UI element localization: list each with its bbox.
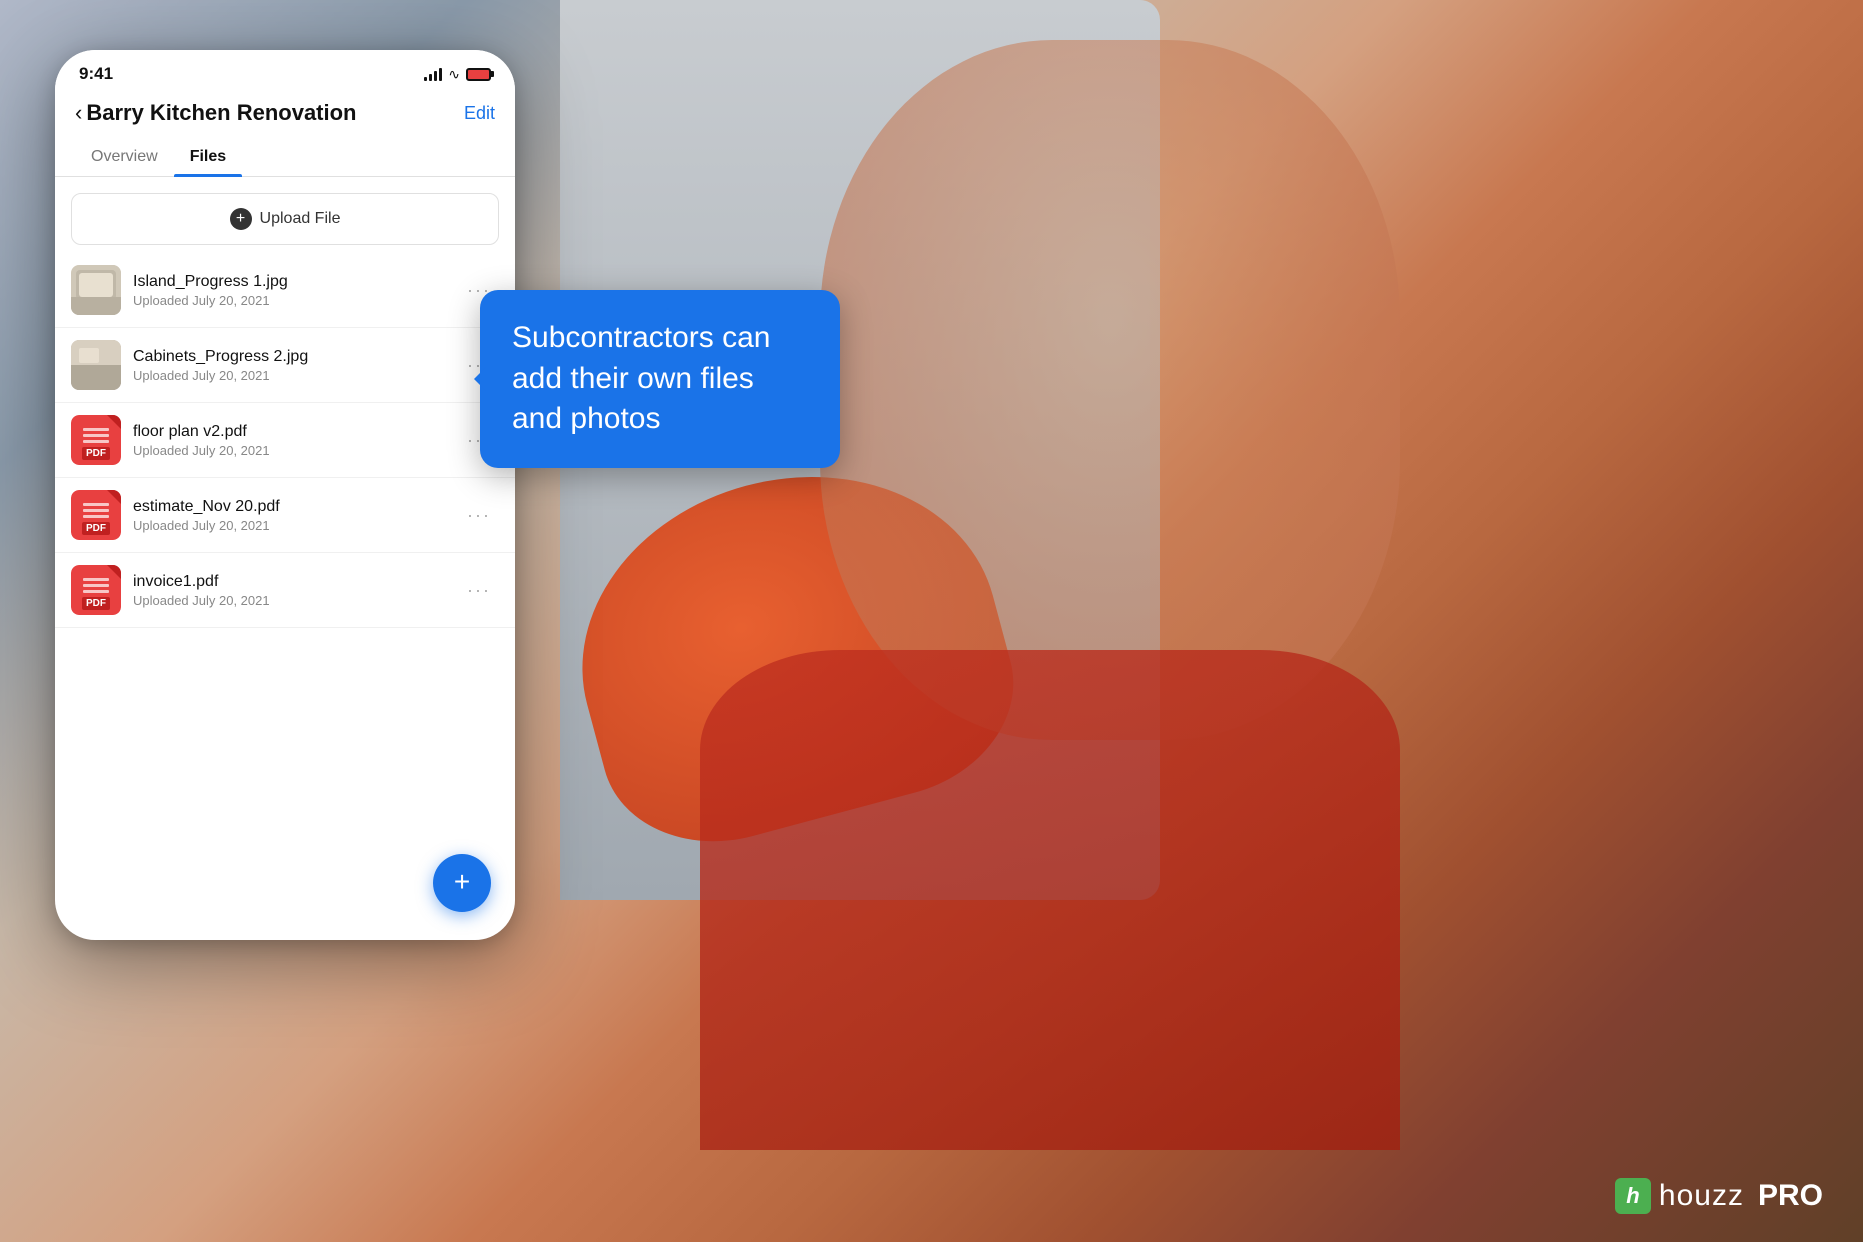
file-more-button[interactable]: ··· [459, 576, 499, 605]
houzz-h-letter: h [1626, 1183, 1639, 1209]
file-info: Cabinets_Progress 2.jpg Uploaded July 20… [133, 348, 447, 383]
bubble-text: Subcontractors can add their own files a… [512, 321, 770, 435]
file-date: Uploaded July 20, 2021 [133, 593, 447, 608]
file-info: floor plan v2.pdf Uploaded July 20, 2021 [133, 423, 447, 458]
file-name: floor plan v2.pdf [133, 423, 447, 441]
houzz-logo: h houzz PRO [1615, 1178, 1823, 1214]
file-thumbnail [71, 340, 121, 390]
upload-plus-icon: + [230, 208, 252, 230]
file-name: Cabinets_Progress 2.jpg [133, 348, 447, 366]
houzz-pro-label: PRO [1758, 1179, 1823, 1213]
nav-left: ‹ Barry Kitchen Renovation [75, 100, 357, 126]
upload-label: Upload File [260, 210, 341, 228]
houzz-name: houzz [1659, 1179, 1744, 1213]
file-list: Island_Progress 1.jpg Uploaded July 20, … [55, 253, 515, 628]
tab-overview[interactable]: Overview [75, 138, 174, 176]
list-item[interactable]: PDF estimate_Nov 20.pdf Uploaded July 20… [55, 478, 515, 553]
file-date: Uploaded July 20, 2021 [133, 518, 447, 533]
face-element [820, 40, 1400, 740]
file-thumbnail: PDF [71, 415, 121, 465]
vest-element [700, 650, 1400, 1150]
back-button[interactable]: ‹ [75, 100, 82, 126]
file-name: estimate_Nov 20.pdf [133, 498, 447, 516]
list-item[interactable]: Cabinets_Progress 2.jpg Uploaded July 20… [55, 328, 515, 403]
status-bar: 9:41 ∿ [55, 50, 515, 92]
tab-files[interactable]: Files [174, 138, 242, 176]
file-thumbnail: PDF [71, 490, 121, 540]
edit-button[interactable]: Edit [464, 103, 495, 124]
nav-header: ‹ Barry Kitchen Renovation Edit [55, 92, 515, 138]
upload-section: + Upload File [55, 177, 515, 253]
fab-add-button[interactable]: + [433, 854, 491, 912]
battery-icon [466, 68, 491, 81]
wifi-icon: ∿ [448, 66, 460, 83]
houzz-icon: h [1615, 1178, 1651, 1214]
signal-icon [424, 67, 442, 81]
tabs-bar: Overview Files [55, 138, 515, 177]
file-info: estimate_Nov 20.pdf Uploaded July 20, 20… [133, 498, 447, 533]
file-date: Uploaded July 20, 2021 [133, 293, 447, 308]
status-icons: ∿ [424, 66, 491, 83]
file-name: invoice1.pdf [133, 573, 447, 591]
page-title: Barry Kitchen Renovation [86, 100, 356, 126]
file-info: invoice1.pdf Uploaded July 20, 2021 [133, 573, 447, 608]
file-date: Uploaded July 20, 2021 [133, 443, 447, 458]
speech-bubble: Subcontractors can add their own files a… [480, 290, 840, 468]
phone-mockup: 9:41 ∿ ‹ Barry Kitchen Renovation Edit O… [55, 50, 515, 940]
file-thumbnail [71, 265, 121, 315]
status-time: 9:41 [79, 64, 113, 84]
file-thumbnail: PDF [71, 565, 121, 615]
upload-file-button[interactable]: + Upload File [71, 193, 499, 245]
list-item[interactable]: PDF invoice1.pdf Uploaded July 20, 2021 … [55, 553, 515, 628]
file-date: Uploaded July 20, 2021 [133, 368, 447, 383]
list-item[interactable]: Island_Progress 1.jpg Uploaded July 20, … [55, 253, 515, 328]
file-more-button[interactable]: ··· [459, 501, 499, 530]
fab-plus-icon: + [454, 868, 470, 896]
file-name: Island_Progress 1.jpg [133, 273, 447, 291]
file-info: Island_Progress 1.jpg Uploaded July 20, … [133, 273, 447, 308]
list-item[interactable]: PDF floor plan v2.pdf Uploaded July 20, … [55, 403, 515, 478]
